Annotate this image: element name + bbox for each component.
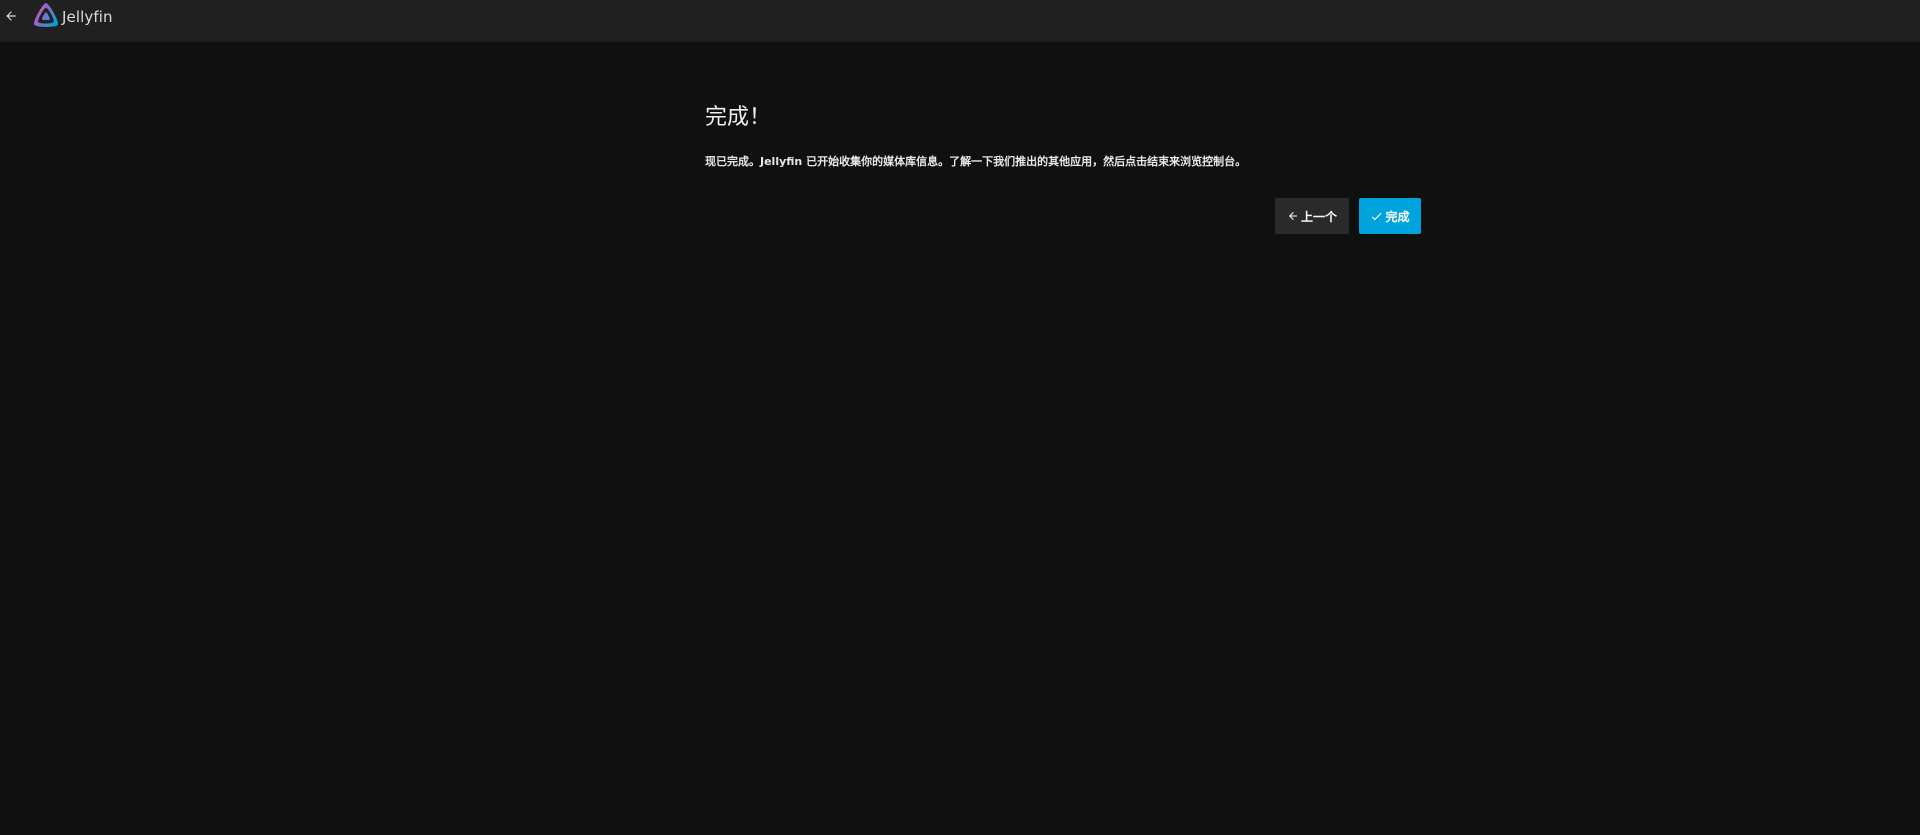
page-title: 完成！ xyxy=(705,105,772,130)
header-bar: Jellyfin xyxy=(0,0,1920,42)
wizard-finish-panel: 完成！ 现已完成。Jellyfin 已开始收集你的媒体库信息。了解一下我们推出的… xyxy=(705,100,1421,234)
jellyfin-logo-icon xyxy=(33,3,58,31)
arrow-left-icon xyxy=(4,8,18,27)
previous-button[interactable]: 上一个 xyxy=(1275,198,1349,234)
finish-button-label: 完成 xyxy=(1385,209,1410,224)
completion-description: 现已完成。Jellyfin 已开始收集你的媒体库信息。了解一下我们推出的其他应用… xyxy=(705,155,1247,168)
back-button[interactable] xyxy=(0,4,22,30)
app-logo[interactable]: Jellyfin xyxy=(33,3,113,31)
previous-button-label: 上一个 xyxy=(1300,209,1337,224)
check-icon xyxy=(1370,210,1383,223)
wizard-buttons: 上一个 完成 xyxy=(1275,198,1421,234)
app-name: Jellyfin xyxy=(62,8,113,26)
finish-button[interactable]: 完成 xyxy=(1359,198,1421,234)
arrow-left-icon xyxy=(1287,210,1299,222)
